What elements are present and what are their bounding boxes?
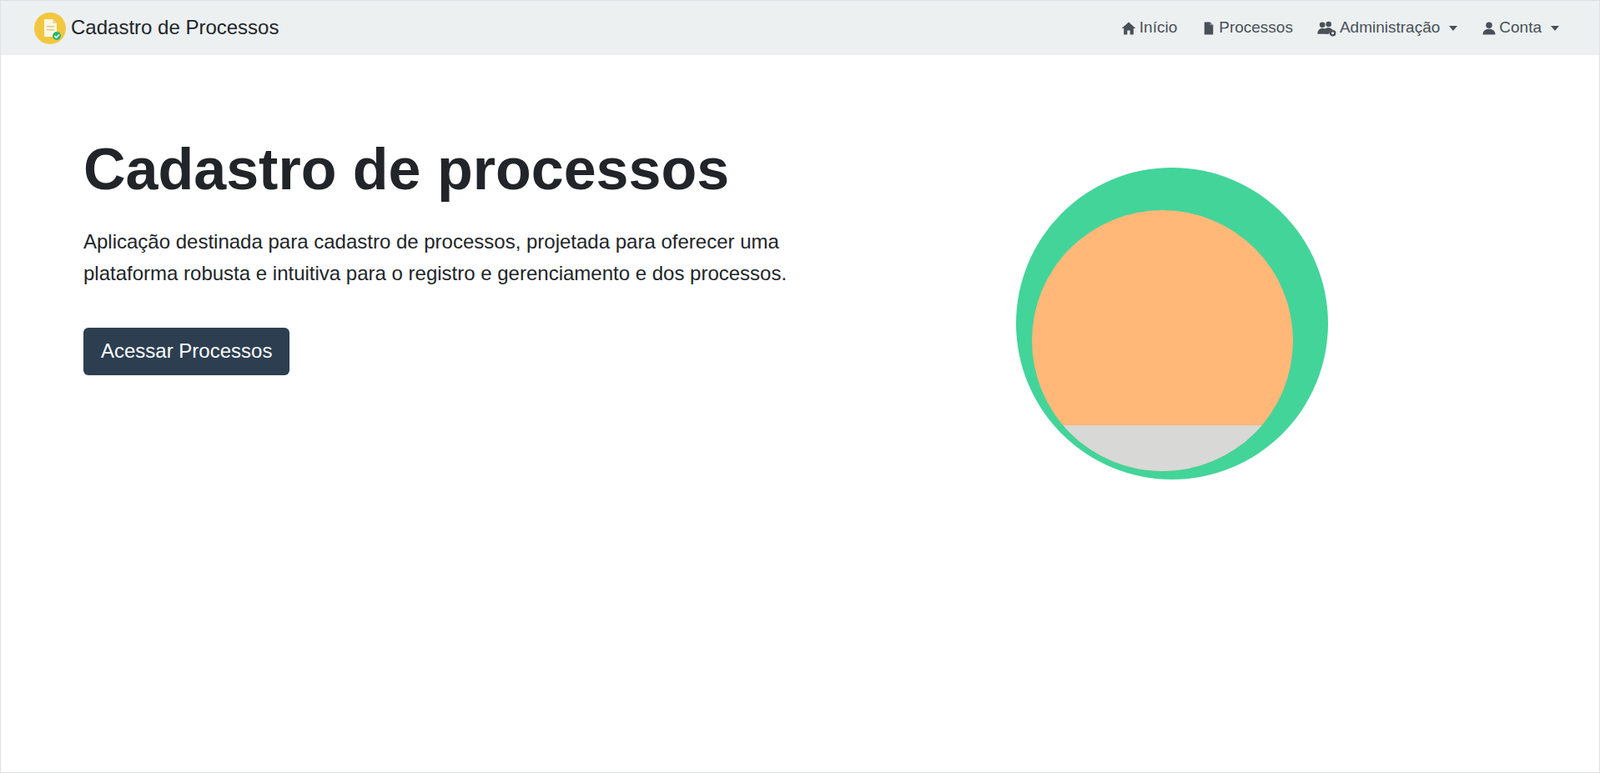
caret-icon xyxy=(1449,25,1458,31)
brand-link[interactable]: Cadastro de Processos xyxy=(34,12,279,45)
brand-title: Cadastro de Processos xyxy=(70,15,279,41)
hero-title: Cadastro de processos xyxy=(83,134,730,205)
nav-label: Administração xyxy=(1339,15,1440,41)
hero: Cadastro de processos Aplicação destinada… xyxy=(0,55,1600,480)
users-gear-icon xyxy=(1317,20,1338,37)
file-icon xyxy=(1201,20,1217,37)
nav-item[interactable]: Conta xyxy=(1481,15,1560,41)
caret-icon xyxy=(1550,25,1560,31)
nav-item[interactable]: Processos xyxy=(1201,15,1294,41)
nav-label: Início xyxy=(1139,15,1178,41)
nav-item[interactable]: Início xyxy=(1120,15,1178,41)
photo-block xyxy=(1031,425,1294,472)
home-icon xyxy=(1120,20,1138,37)
logo-icon xyxy=(34,12,66,45)
illustration-circle xyxy=(1031,210,1294,472)
photo-spacer xyxy=(1031,379,1294,426)
nav-menu: Início Processos Administração Conta xyxy=(1120,15,1560,41)
nav-item[interactable]: Administração xyxy=(1317,15,1458,41)
navbar: Cadastro de Processos Início Processos Admi… xyxy=(0,0,1600,56)
hero-illustration xyxy=(1016,167,1329,480)
access-processes-button[interactable]: Acessar Processos xyxy=(83,327,290,376)
user-icon xyxy=(1481,20,1497,37)
nav-label: Conta xyxy=(1499,15,1542,41)
hero-text: Cadastro de processos Aplicação destinada… xyxy=(83,134,818,376)
nav-label: Processos xyxy=(1218,15,1294,41)
hero-description: Aplicação destinada para cadastro de pro… xyxy=(83,226,801,290)
